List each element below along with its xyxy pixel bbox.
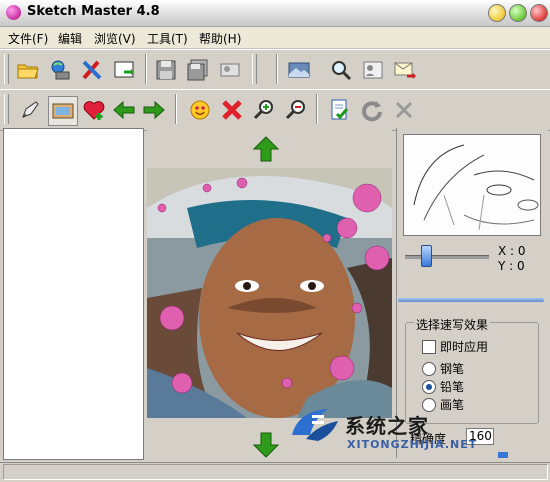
- radio-pencil-label: 铅笔: [440, 380, 465, 394]
- send-mail-icon[interactable]: [391, 56, 419, 84]
- minimize-button[interactable]: [488, 4, 506, 22]
- radio-pen[interactable]: 钢笔: [422, 360, 464, 377]
- menu-tools[interactable]: 工具(T): [147, 30, 188, 47]
- print-portrait-icon[interactable]: [216, 56, 244, 84]
- toolbar-separator: [316, 94, 318, 124]
- density-slider-thumb[interactable]: [498, 452, 508, 458]
- radio-pen-label: 钢笔: [440, 362, 465, 376]
- radio-button-selected[interactable]: [422, 379, 436, 394]
- preview-slider-thumb[interactable]: [421, 245, 432, 267]
- photo-canvas[interactable]: [147, 168, 392, 418]
- title-bar: Sketch Master 4.8: [0, 0, 550, 27]
- checkbox-box[interactable]: [422, 339, 436, 354]
- save-icon[interactable]: [152, 56, 180, 84]
- file-list-panel[interactable]: [3, 128, 144, 460]
- watermark-subtitle: XITONGZHIJIA.NET: [347, 438, 478, 451]
- close-icon[interactable]: [390, 96, 418, 124]
- menu-edit[interactable]: 编辑: [58, 30, 82, 47]
- favorite-add-icon[interactable]: [80, 96, 108, 124]
- preview-slider-track[interactable]: [405, 255, 489, 259]
- toolbar-separator: [276, 54, 278, 84]
- watermark-logo-icon: [288, 405, 340, 445]
- export-icon[interactable]: [110, 56, 138, 84]
- menu-view[interactable]: 浏览(V): [94, 30, 136, 47]
- radio-brush-label: 画笔: [440, 398, 465, 412]
- app-icon: [6, 5, 21, 20]
- scroll-up-arrow-icon[interactable]: [252, 136, 280, 162]
- image-view-icon[interactable]: [285, 56, 313, 84]
- toolbar-grip[interactable]: [4, 54, 9, 84]
- smiley-icon[interactable]: [186, 96, 214, 124]
- close-button[interactable]: [530, 4, 548, 22]
- menu-file[interactable]: 文件(F): [8, 30, 48, 47]
- maximize-button[interactable]: [509, 4, 527, 22]
- zoom-out-icon[interactable]: [282, 96, 310, 124]
- instant-apply-checkbox[interactable]: 即时应用: [422, 338, 488, 355]
- radio-pencil[interactable]: 铅笔: [422, 378, 464, 395]
- window-title: Sketch Master 4.8: [27, 4, 160, 19]
- document-check-icon[interactable]: [326, 96, 354, 124]
- tools-icon[interactable]: [78, 56, 106, 84]
- radio-button[interactable]: [422, 361, 436, 376]
- watermark-title: 系统之家: [345, 414, 429, 438]
- x-coordinate: X : 0: [498, 244, 526, 258]
- delete-icon[interactable]: [218, 96, 246, 124]
- redo-icon[interactable]: [358, 96, 386, 124]
- toolbar-separator: [145, 54, 147, 84]
- toolbar-grip[interactable]: [252, 54, 257, 84]
- toolbar-separator: [175, 94, 177, 124]
- open-folder-icon[interactable]: [14, 56, 42, 84]
- sketch-preview: [403, 134, 541, 236]
- save-all-icon[interactable]: [184, 56, 212, 84]
- edit-toolbar: [0, 89, 550, 131]
- toolbar-grip[interactable]: [4, 94, 9, 124]
- menu-help[interactable]: 帮助(H): [199, 30, 241, 47]
- arrow-left-icon[interactable]: [110, 96, 138, 124]
- sketch-effect-title: 选择速写效果: [414, 316, 491, 333]
- contact-icon[interactable]: [359, 56, 387, 84]
- zoom-in-icon[interactable]: [250, 96, 278, 124]
- scanner-icon[interactable]: [46, 56, 74, 84]
- menu-bar: 文件(F) 编辑 浏览(V) 工具(T) 帮助(H): [0, 27, 550, 49]
- picture-icon[interactable]: [48, 96, 78, 126]
- pen-icon[interactable]: [16, 96, 44, 124]
- arrow-right-icon[interactable]: [140, 96, 168, 124]
- main-toolbar: [0, 49, 550, 91]
- y-coordinate: Y : 0: [498, 259, 525, 273]
- zoom-icon[interactable]: [327, 56, 355, 84]
- scroll-down-arrow-icon[interactable]: [252, 432, 280, 458]
- status-bar-cell: [3, 464, 548, 480]
- panel-divider[interactable]: [398, 298, 544, 302]
- instant-apply-label: 即时应用: [440, 340, 489, 354]
